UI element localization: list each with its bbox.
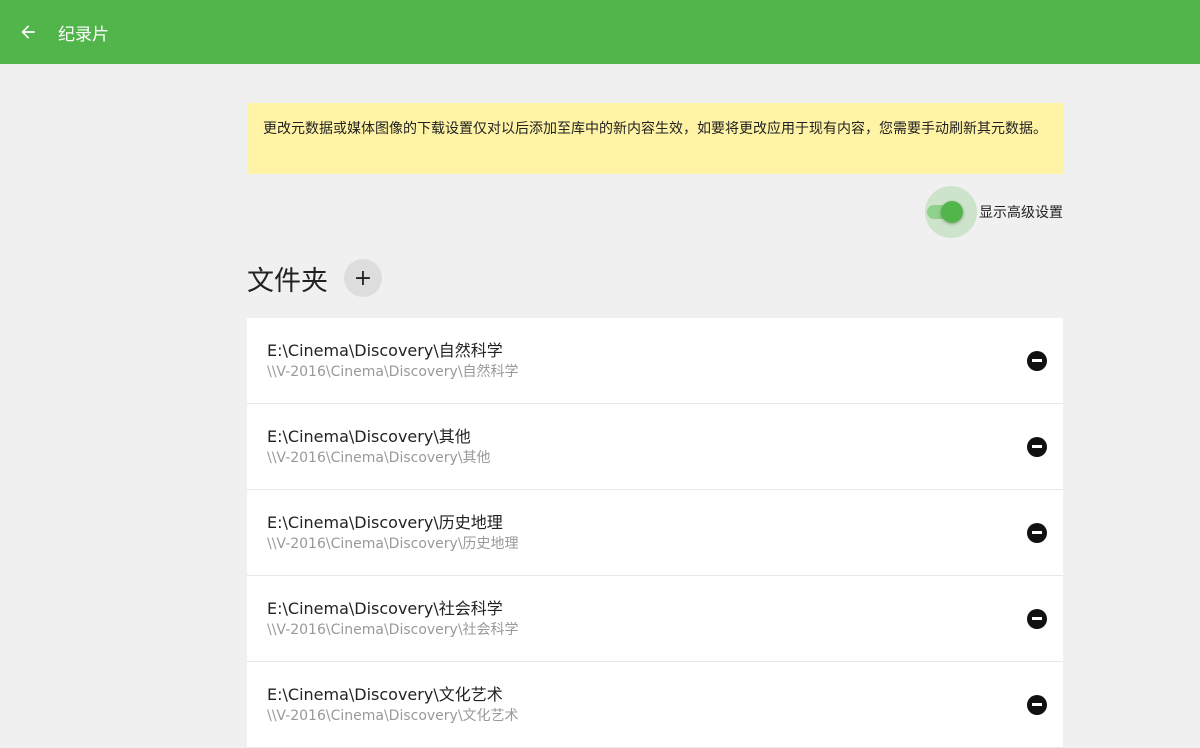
folder-item[interactable]: E:\Cinema\Discovery\社会科学 \\V-2016\Cinema\…: [247, 576, 1063, 662]
folder-network-path: \\V-2016\Cinema\Discovery\社会科学: [267, 621, 519, 638]
folder-list: E:\Cinema\Discovery\自然科学 \\V-2016\Cinema\…: [247, 318, 1063, 748]
remove-folder-button[interactable]: [1027, 436, 1047, 457]
folder-network-path: \\V-2016\Cinema\Discovery\文化艺术: [267, 707, 519, 724]
metadata-notice: 更改元数据或媒体图像的下载设置仅对以后添加至库中的新内容生效，如要将更改应用于现…: [247, 103, 1063, 174]
folder-item[interactable]: E:\Cinema\Discovery\历史地理 \\V-2016\Cinema\…: [247, 490, 1063, 576]
folder-path: E:\Cinema\Discovery\自然科学: [267, 340, 503, 360]
folder-network-path: \\V-2016\Cinema\Discovery\自然科学: [267, 363, 519, 380]
folder-path: E:\Cinema\Discovery\社会科学: [267, 598, 503, 618]
folder-network-path: \\V-2016\Cinema\Discovery\历史地理: [267, 535, 519, 552]
minus-icon: [1032, 359, 1042, 362]
add-folder-button[interactable]: +: [344, 259, 382, 297]
minus-icon: [1032, 617, 1042, 620]
minus-icon: [1032, 703, 1042, 706]
advanced-settings-label: 显示高级设置: [979, 205, 1063, 221]
back-button[interactable]: [16, 20, 40, 44]
arrow-left-icon: [21, 25, 35, 39]
folder-path: E:\Cinema\Discovery\历史地理: [267, 512, 503, 532]
advanced-settings-toggle[interactable]: [925, 186, 977, 238]
page-title: 纪录片: [58, 24, 109, 45]
folders-heading: 文件夹: [247, 265, 328, 297]
folder-item[interactable]: E:\Cinema\Discovery\自然科学 \\V-2016\Cinema\…: [247, 318, 1063, 404]
folder-path: E:\Cinema\Discovery\其他: [267, 426, 471, 446]
remove-folder-button[interactable]: [1027, 350, 1047, 371]
folder-path: E:\Cinema\Discovery\文化艺术: [267, 684, 503, 704]
minus-icon: [1032, 445, 1042, 448]
folder-network-path: \\V-2016\Cinema\Discovery\其他: [267, 449, 491, 466]
remove-folder-button[interactable]: [1027, 522, 1047, 543]
folder-item[interactable]: E:\Cinema\Discovery\文化艺术 \\V-2016\Cinema\…: [247, 662, 1063, 748]
app-header: 纪录片: [0, 0, 1200, 64]
folder-item[interactable]: E:\Cinema\Discovery\其他 \\V-2016\Cinema\Di…: [247, 404, 1063, 490]
remove-folder-button[interactable]: [1027, 694, 1047, 715]
minus-icon: [1032, 531, 1042, 534]
remove-folder-button[interactable]: [1027, 608, 1047, 629]
